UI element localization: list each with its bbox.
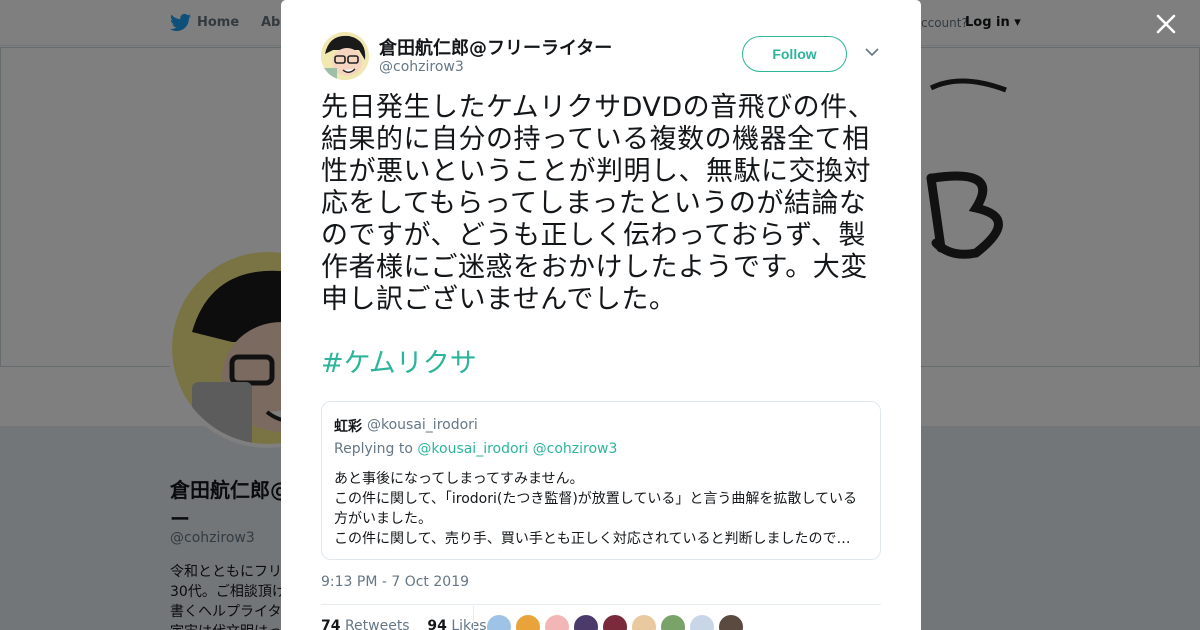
- tweet-permalink-modal: 倉田航仁郎@フリーライター @cohzirow3 Follow 先日発生したケム…: [281, 0, 921, 630]
- likes-label: Likes: [451, 618, 487, 630]
- tweet-timestamp[interactable]: 9:13 PM - 7 Oct 2019: [321, 574, 469, 590]
- close-icon[interactable]: [1153, 11, 1179, 37]
- hashtag-link[interactable]: #ケムリクサ: [321, 347, 477, 381]
- liker-avatar[interactable]: [689, 614, 715, 630]
- liker-avatar[interactable]: [486, 614, 512, 630]
- liker-avatar[interactable]: [544, 614, 570, 630]
- author-name[interactable]: 倉田航仁郎@フリーライター: [379, 34, 612, 60]
- likes-stat[interactable]: 94 Likes: [427, 618, 486, 630]
- quoted-author-name: 虹彩: [334, 419, 362, 435]
- tweet-text: 先日発生したケムリクサDVDの音飛びの件、結果的に自分の持っている複数の機器全て…: [321, 92, 876, 315]
- chevron-down-icon[interactable]: [865, 47, 879, 57]
- liker-avatar[interactable]: [718, 614, 744, 630]
- liker-avatar[interactable]: [515, 614, 541, 630]
- divider: [321, 604, 881, 605]
- quoted-replying-to: Replying to @kousai_irodori @cohzirow3: [334, 441, 617, 457]
- liker-avatar[interactable]: [602, 614, 628, 630]
- stats-separator: [473, 606, 474, 630]
- author-handle[interactable]: @cohzirow3: [379, 59, 464, 75]
- follow-button[interactable]: Follow: [742, 36, 847, 72]
- author-avatar-illustration: [321, 32, 369, 80]
- replying-prefix: Replying to: [334, 441, 413, 457]
- tweet-stats: 74 Retweets 94 Likes: [321, 618, 487, 630]
- retweets-stat[interactable]: 74 Retweets: [321, 618, 410, 630]
- reply-mention-link[interactable]: @cohzirow3: [533, 441, 618, 457]
- quoted-line: 方がいました。: [334, 511, 432, 527]
- liker-avatar[interactable]: [660, 614, 686, 630]
- quoted-line: この件に関して、売り手、買い手とも正しく対応されていると判断しましたので…: [334, 531, 851, 547]
- likes-count: 94: [427, 618, 447, 630]
- reply-mention-link[interactable]: @kousai_irodori: [417, 441, 528, 457]
- liker-avatar[interactable]: [573, 614, 599, 630]
- liker-avatar[interactable]: [631, 614, 657, 630]
- retweets-count: 74: [321, 618, 341, 630]
- quoted-line: この件に関して、「irodori(たつき監督)が放置している」と言う曲解を拡散し…: [334, 491, 857, 507]
- quoted-text: あと事後になってしまってすみません。 この件に関して、「irodori(たつき監…: [334, 469, 874, 549]
- quoted-author-handle: @kousai_irodori: [367, 417, 478, 433]
- retweets-label: Retweets: [344, 618, 410, 630]
- quoted-tweet[interactable]: 虹彩 @kousai_irodori Replying to @kousai_i…: [321, 401, 881, 560]
- author-avatar[interactable]: [321, 32, 369, 80]
- quoted-line: あと事後になってしまってすみません。: [334, 471, 584, 487]
